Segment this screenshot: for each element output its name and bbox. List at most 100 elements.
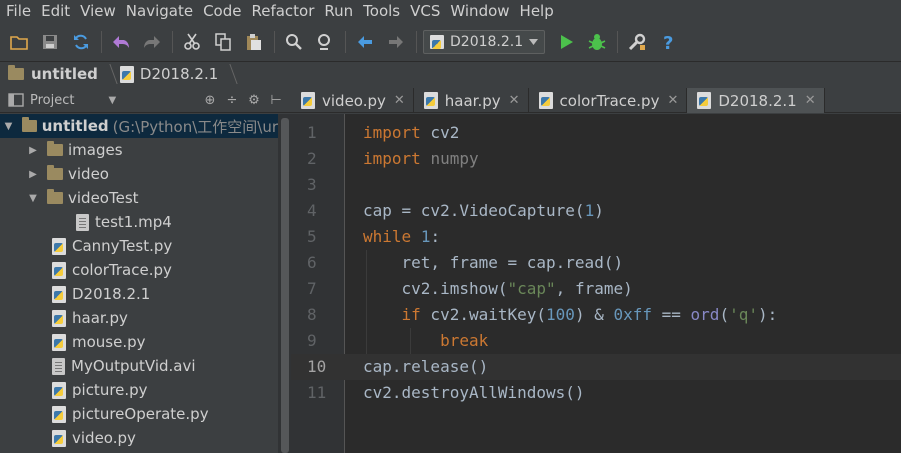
cut-icon[interactable] (179, 29, 205, 55)
tree-item-images[interactable]: ▶ images (0, 138, 278, 162)
line-number: 6 (307, 253, 317, 272)
forward-icon[interactable] (383, 29, 409, 55)
help-icon[interactable]: ? (655, 29, 681, 55)
menu-window[interactable]: Window (445, 2, 514, 20)
code-line[interactable]: if cv2.waitKey(100) & 0xff == ord('q'): (345, 302, 901, 328)
breadcrumb-project[interactable]: untitled (8, 65, 98, 83)
tab-label: colorTrace.py (559, 91, 660, 110)
tree-item-video-py[interactable]: video.py (0, 426, 278, 450)
tree-item-picture[interactable]: picture.py (0, 378, 278, 402)
back-icon[interactable] (352, 29, 378, 55)
tree-item-myoutputvid[interactable]: MyOutputVid.avi (0, 354, 278, 378)
line-number: 5 (307, 227, 317, 246)
tree-item-label: pictureOperate.py (72, 405, 209, 423)
tree-item-mouse[interactable]: mouse.py (0, 330, 278, 354)
gear-icon[interactable]: ⚙ (243, 90, 265, 110)
scroll-from-source-icon[interactable]: ⊕ (199, 90, 221, 110)
sync-icon[interactable] (68, 29, 94, 55)
code-line[interactable]: while 1: (345, 224, 901, 250)
python-file-icon (52, 381, 66, 399)
undo-icon[interactable] (108, 29, 134, 55)
menu-file[interactable]: File (0, 2, 36, 20)
toolbar-separator (172, 31, 173, 53)
menu-run[interactable]: Run (319, 2, 358, 20)
collapse-all-icon[interactable]: ÷ (221, 90, 243, 110)
close-icon[interactable]: ✕ (805, 93, 816, 108)
tab-label: D2018.2.1 (718, 91, 797, 110)
menu-navigate[interactable]: Navigate (121, 2, 198, 20)
paste-icon[interactable] (241, 29, 267, 55)
python-file-icon (52, 261, 66, 279)
tree-item-colortrace[interactable]: colorTrace.py (0, 258, 278, 282)
tree-item-test1-mp4[interactable]: test1.mp4 (0, 210, 278, 234)
python-file-icon (52, 237, 66, 255)
collapsed-arrow-icon[interactable]: ▶ (27, 169, 39, 180)
tree-item-label: untitled (41, 117, 109, 135)
breadcrumb-separator (100, 64, 118, 84)
menu-code[interactable]: Code (198, 2, 246, 20)
expanded-arrow-icon[interactable]: ▼ (27, 193, 39, 204)
debug-icon[interactable] (584, 29, 610, 55)
tree-item-untitled[interactable]: ▼ untitled (G:\Python\工作空间\ur (0, 114, 278, 138)
menu-edit[interactable]: Edit (36, 2, 75, 20)
find-icon[interactable] (281, 29, 307, 55)
hide-panel-icon[interactable]: ⊢ (265, 90, 287, 110)
menu-view[interactable]: View (75, 2, 121, 20)
python-file-icon (52, 285, 66, 303)
code-line[interactable]: ret, frame = cap.read() (345, 250, 901, 276)
tree-item-haar[interactable]: haar.py (0, 306, 278, 330)
close-icon[interactable]: ✕ (509, 93, 520, 108)
breadcrumb: untitled D2018.2.1 (0, 61, 901, 86)
tree-item-cannytest[interactable]: CannyTest.py (0, 234, 278, 258)
project-view-label[interactable]: Project (30, 93, 74, 108)
tab-video-py[interactable]: video.py ✕ (291, 88, 414, 113)
close-icon[interactable]: ✕ (394, 93, 405, 108)
code-line[interactable] (345, 172, 901, 198)
replace-icon[interactable] (312, 29, 338, 55)
tree-item-label: D2018.2.1 (72, 285, 151, 303)
code-line[interactable]: cv2.destroyAllWindows() (345, 380, 901, 406)
tab-haar-py[interactable]: haar.py ✕ (414, 88, 529, 113)
python-file-icon (119, 65, 134, 83)
project-panel-header: Project ▼ ⊕ ÷ ⚙ ⊢ (0, 88, 291, 113)
run-configuration-select[interactable]: D2018.2.1 (423, 30, 546, 54)
run-icon[interactable] (553, 29, 579, 55)
menu-tools[interactable]: Tools (358, 2, 405, 20)
settings-icon[interactable] (624, 29, 650, 55)
tree-item-d2018[interactable]: D2018.2.1 (0, 282, 278, 306)
redo-icon[interactable] (139, 29, 165, 55)
folder-icon (47, 189, 63, 204)
code-line[interactable]: break (345, 328, 901, 354)
tree-item-label: CannyTest.py (72, 237, 173, 255)
menu-refactor[interactable]: Refactor (246, 2, 319, 20)
code-line[interactable]: cap.release() (345, 354, 901, 380)
close-icon[interactable]: ✕ (667, 93, 678, 108)
tree-item-pictureoperate[interactable]: pictureOperate.py (0, 402, 278, 426)
line-number: 11 (307, 383, 327, 402)
save-icon[interactable] (37, 29, 63, 55)
python-file-icon (697, 92, 712, 109)
tree-item-videotest[interactable]: ▼ videoTest (0, 186, 278, 210)
chevron-down-icon[interactable]: ▼ (108, 95, 116, 106)
menu-help[interactable]: Help (515, 2, 559, 20)
copy-icon[interactable] (210, 29, 236, 55)
code-line[interactable]: import numpy (345, 146, 901, 172)
python-file-icon (301, 92, 315, 109)
tab-colortrace-py[interactable]: colorTrace.py ✕ (529, 88, 688, 113)
tab-d2018[interactable]: D2018.2.1 ✕ (687, 88, 825, 113)
python-file-icon (538, 92, 553, 109)
line-number: 2 (307, 149, 317, 168)
open-folder-icon[interactable] (6, 29, 32, 55)
tree-item-label: mouse.py (72, 333, 146, 351)
tree-item-video[interactable]: ▶ video (0, 162, 278, 186)
python-file-icon (423, 92, 438, 109)
breadcrumb-file[interactable]: D2018.2.1 (119, 65, 219, 83)
breadcrumb-file-label: D2018.2.1 (139, 65, 219, 83)
expanded-arrow-icon[interactable]: ▼ (3, 121, 14, 132)
code-line[interactable]: cv2.imshow("cap", frame) (345, 276, 901, 302)
menu-vcs[interactable]: VCS (405, 2, 445, 20)
code-line[interactable]: import cv2 (345, 120, 901, 146)
tree-scrollbar[interactable] (281, 118, 289, 453)
collapsed-arrow-icon[interactable]: ▶ (27, 145, 39, 156)
code-line[interactable]: cap = cv2.VideoCapture(1) (345, 198, 901, 224)
